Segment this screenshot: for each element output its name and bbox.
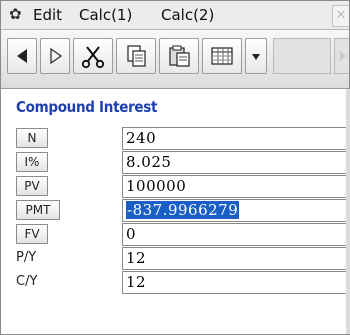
menu-edit[interactable]: Edit xyxy=(33,6,62,24)
value-field-py[interactable]: 12 xyxy=(122,247,350,270)
row-n: N 240 xyxy=(16,127,350,150)
value-fv: 0 xyxy=(126,225,137,243)
menu-bar: ✿ Edit Calc(1) Calc(2) ✕ xyxy=(1,1,349,30)
close-icon[interactable]: ✕ xyxy=(332,5,349,27)
left-triangle-icon xyxy=(17,49,27,63)
gear-icon[interactable]: ✿ xyxy=(9,5,22,23)
value-field-cy[interactable]: 12 xyxy=(122,271,350,294)
scissors-icon xyxy=(81,46,105,69)
copy-icon xyxy=(127,45,146,67)
row-fv: FV 0 xyxy=(16,223,350,246)
paste-icon xyxy=(169,45,190,67)
label-button-pv[interactable]: PV xyxy=(16,176,48,196)
toolbar-empty-slot xyxy=(273,38,331,74)
dropdown-button[interactable] xyxy=(245,38,267,74)
value-cy: 12 xyxy=(126,273,147,291)
right-triangle-outline-icon xyxy=(50,47,63,65)
value-field-fv[interactable]: 0 xyxy=(122,223,350,246)
right-triangle-icon xyxy=(340,51,346,61)
copy-button[interactable] xyxy=(116,38,156,74)
toolbar xyxy=(1,30,349,89)
back-arrow-button[interactable] xyxy=(7,38,37,74)
scrollbar[interactable] xyxy=(346,89,350,334)
value-field-pv[interactable]: 100000 xyxy=(122,175,350,198)
chevron-down-icon xyxy=(252,54,260,60)
row-py: P/Y 12 xyxy=(16,247,350,270)
value-field-pmt[interactable]: -837.9966279 xyxy=(122,199,350,222)
label-button-i-percent[interactable]: I% xyxy=(16,152,48,172)
label-button-n[interactable]: N xyxy=(16,128,48,148)
page-title: Compound Interest xyxy=(16,98,158,116)
row-i-percent: I% 8.025 xyxy=(16,151,350,174)
menu-calc2[interactable]: Calc(2) xyxy=(161,6,214,24)
value-i-percent: 8.025 xyxy=(126,153,172,171)
row-pv: PV 100000 xyxy=(16,175,350,198)
menu-calc1[interactable]: Calc(1) xyxy=(79,6,132,24)
label-button-pmt[interactable]: PMT xyxy=(16,200,60,220)
value-pmt-selected: -837.9966279 xyxy=(126,201,240,219)
cut-button[interactable] xyxy=(73,38,113,74)
row-pmt: PMT -837.9966279 xyxy=(16,199,350,222)
label-cy: C/Y xyxy=(16,274,38,289)
forward-arrow-button[interactable] xyxy=(40,38,70,74)
label-py: P/Y xyxy=(16,250,37,265)
matrix-button[interactable] xyxy=(202,38,242,74)
value-field-n[interactable]: 240 xyxy=(122,127,350,150)
value-py: 12 xyxy=(126,249,147,267)
value-pv: 100000 xyxy=(126,177,187,195)
toolbar-scroll-right[interactable] xyxy=(334,38,349,74)
paste-button[interactable] xyxy=(159,38,199,74)
row-cy: C/Y 12 xyxy=(16,271,350,294)
value-field-i-percent[interactable]: 8.025 xyxy=(122,151,350,174)
value-n: 240 xyxy=(126,129,157,147)
label-button-fv[interactable]: FV xyxy=(16,224,48,244)
matrix-icon xyxy=(211,47,233,65)
